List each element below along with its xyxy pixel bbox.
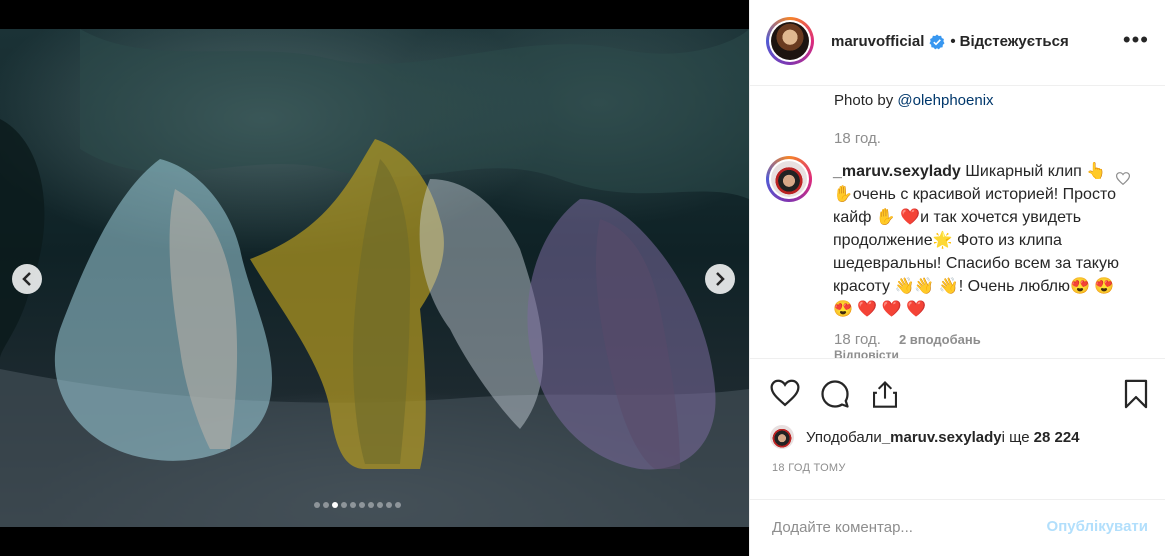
author-avatar[interactable] xyxy=(766,17,814,65)
likes-middle: і ще xyxy=(1001,428,1030,446)
carousel-dot xyxy=(332,502,338,508)
comment-time[interactable]: 18 год. xyxy=(834,331,881,348)
carousel-dot xyxy=(323,502,329,508)
post-timestamp[interactable]: 18 ГОД ТОМУ xyxy=(772,462,846,474)
caption-mention-link[interactable]: @olehphoenix xyxy=(897,92,993,109)
author-username[interactable]: maruvofficial xyxy=(831,33,924,50)
post-sidebar: maruvofficial • Відстежується ••• Photo … xyxy=(749,0,1165,556)
commenter-avatar[interactable] xyxy=(766,156,812,202)
carousel-dot xyxy=(350,502,356,508)
likes-summary: Уподобали _maruv.sexylady і ще 28 224 xyxy=(770,425,1080,449)
comment-text: Шикарный клип 👆✋очень с красивой историе… xyxy=(833,163,1119,318)
verified-badge-icon xyxy=(929,34,945,49)
post-media xyxy=(0,0,749,556)
likes-count[interactable]: 28 224 xyxy=(1034,429,1080,446)
likes-prefix: Уподобали xyxy=(806,428,882,446)
add-comment-input[interactable] xyxy=(770,518,1024,537)
header-separator: • xyxy=(950,33,956,50)
comments-list[interactable]: Photo by @olehphoenix 18 год. _maruv.sex… xyxy=(750,86,1165,358)
liker-avatar[interactable] xyxy=(770,425,794,449)
carousel-indicator xyxy=(314,502,401,508)
caption-text: Photo by @olehphoenix xyxy=(834,92,994,109)
comment-likes[interactable]: 2 вподобань xyxy=(899,332,981,347)
post-actions xyxy=(750,358,1165,409)
carousel-dot xyxy=(368,502,374,508)
carousel-dot xyxy=(377,502,383,508)
carousel-dot xyxy=(341,502,347,508)
photo-scene xyxy=(0,29,749,527)
caption-time[interactable]: 18 год. xyxy=(834,130,881,147)
save-bookmark-icon[interactable] xyxy=(1123,379,1149,409)
next-slide-button[interactable] xyxy=(705,264,735,294)
carousel-dot xyxy=(314,502,320,508)
post-header: maruvofficial • Відстежується ••• xyxy=(750,0,1165,86)
more-options-button[interactable]: ••• xyxy=(1123,29,1149,51)
comment-bubble-icon[interactable] xyxy=(820,379,850,409)
add-comment-section: Опублікувати xyxy=(750,499,1165,556)
carousel-dot xyxy=(359,502,365,508)
commenter-username[interactable]: _maruv.sexylady xyxy=(833,163,961,180)
publish-button[interactable]: Опублікувати xyxy=(1047,518,1148,535)
share-icon[interactable] xyxy=(871,379,899,409)
reply-button[interactable]: Відповісти xyxy=(834,348,899,358)
previous-slide-button[interactable] xyxy=(12,264,42,294)
carousel-dot xyxy=(395,502,401,508)
like-heart-icon[interactable] xyxy=(770,379,800,407)
caption-prefix: Photo by xyxy=(834,92,898,109)
comment-body: _maruv.sexylady Шикарный клип 👆✋очень с … xyxy=(833,160,1123,321)
chevron-left-icon xyxy=(22,272,31,286)
comment-meta: 18 год. 2 вподобань xyxy=(834,331,981,348)
post-photo[interactable] xyxy=(0,29,749,527)
liker-username[interactable]: _maruv.sexylady xyxy=(882,429,1002,446)
comment-like-heart-icon[interactable] xyxy=(1116,172,1130,185)
carousel-dot xyxy=(386,502,392,508)
follow-status-button[interactable]: Відстежується xyxy=(960,33,1069,50)
chevron-right-icon xyxy=(716,272,725,286)
